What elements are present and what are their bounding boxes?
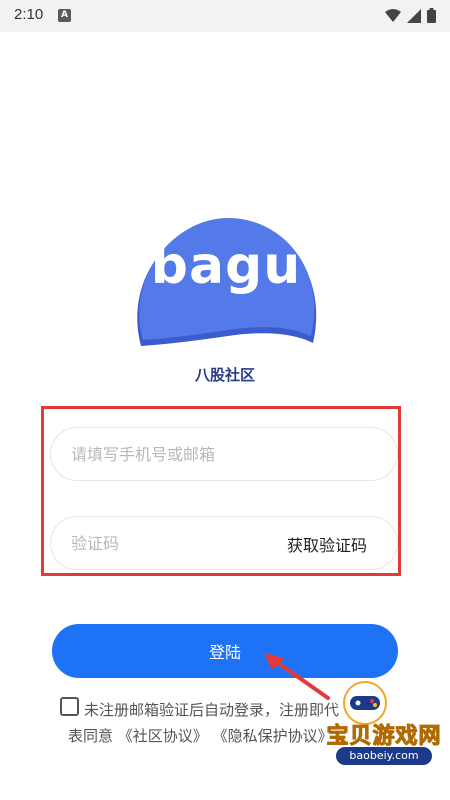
- app-logo: bagu: [133, 218, 319, 356]
- community-protocol-link[interactable]: 《社区协议》: [118, 727, 208, 745]
- phone-email-field[interactable]: [50, 427, 398, 481]
- logo-text: bagu: [150, 236, 302, 296]
- watermark: 宝贝游戏网 baobeiy.com: [318, 680, 450, 790]
- privacy-protocol-link[interactable]: 《隐私保护协议》: [213, 727, 333, 745]
- signal-icon: [407, 8, 421, 27]
- logo-subtitle: 八股社区: [194, 366, 255, 384]
- status-time: 2:10: [14, 6, 44, 23]
- battery-icon: [427, 8, 436, 27]
- verification-code-field[interactable]: 获取验证码: [50, 516, 398, 570]
- status-bar: 2:10 A: [0, 0, 450, 32]
- verification-code-input[interactable]: [71, 517, 271, 569]
- watermark-url: baobeiy.com: [336, 747, 432, 765]
- agreement-line1: 未注册邮箱验证后自动登录，注册即代: [84, 701, 340, 719]
- wifi-icon: [385, 8, 401, 27]
- status-icons: [385, 8, 436, 27]
- agreement-line2: 表同意 《社区协议》 《隐私保护协议》: [68, 723, 333, 749]
- agreement-checkbox[interactable]: [60, 697, 79, 716]
- agreement-prefix: 表同意: [68, 727, 114, 745]
- login-button[interactable]: 登陆: [52, 624, 398, 678]
- watermark-title: 宝贝游戏网: [326, 724, 442, 750]
- get-code-button[interactable]: 获取验证码: [287, 532, 367, 556]
- notification-icon: A: [58, 9, 71, 22]
- phone-email-input[interactable]: [71, 428, 271, 480]
